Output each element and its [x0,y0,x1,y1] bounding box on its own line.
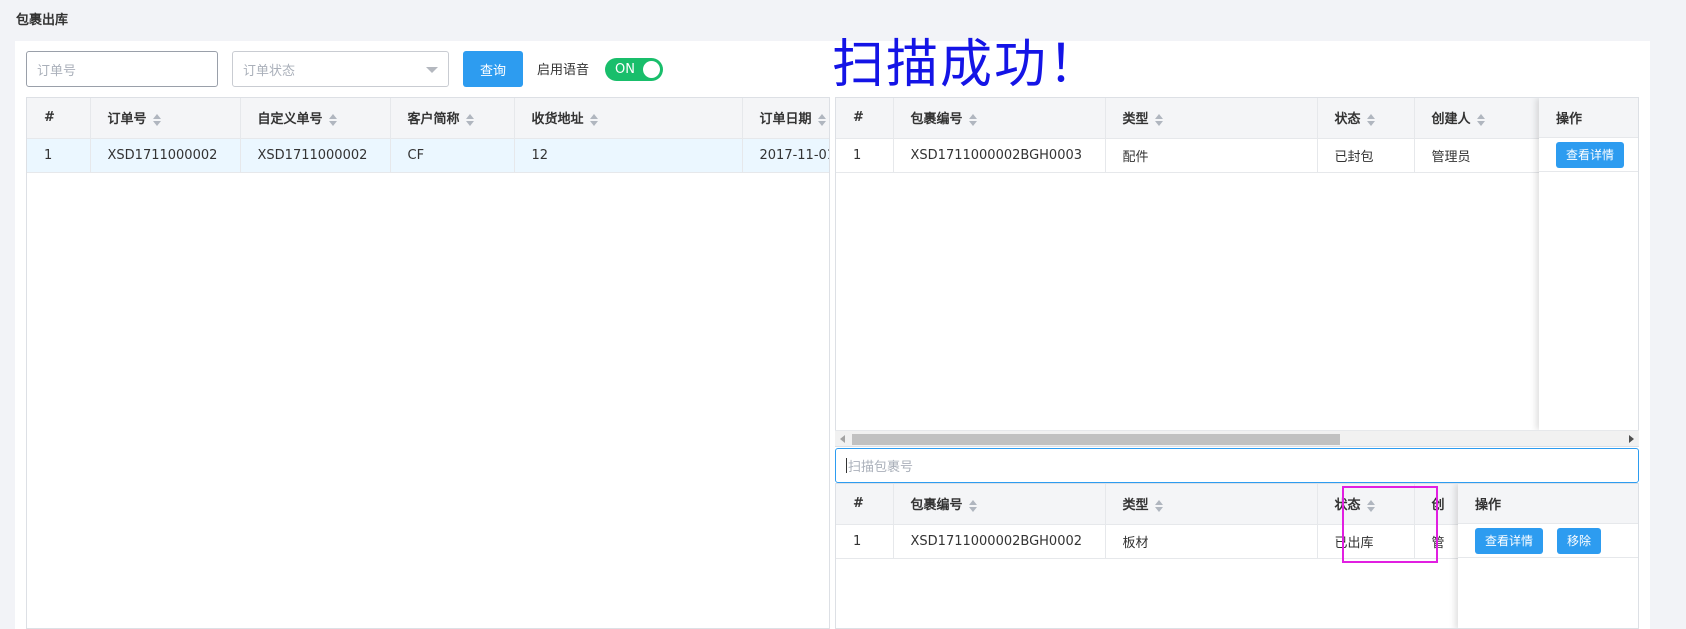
table-row[interactable]: 1 XSD1711000002BGH0003 配件 已封包 管理员 [836,138,1567,173]
scanned-col-package-no-label: 包裹编号 [910,498,963,514]
order-status-placeholder: 订单状态 [243,63,296,79]
sort-icon[interactable] [817,113,827,126]
action-cell: 查看详情 移除 [1458,524,1638,558]
scanned-action-column: 操作 查看详情 移除 [1458,484,1638,628]
voice-label: 启用语音 [537,63,590,78]
cell-package-no: XSD1711000002BGH0002 [893,524,1106,559]
voice-toggle-text: ON [615,62,635,77]
orders-col-order-no[interactable]: 订单号 [90,98,241,139]
order-number-input[interactable]: 订单号 [26,51,218,87]
scanned-col-package-no[interactable]: 包裹编号 [893,484,1106,525]
cell-type: 板材 [1105,524,1318,559]
scanned-col-status[interactable]: 状态 [1317,484,1415,525]
orders-col-customer-label: 客户简称 [407,112,460,128]
horizontal-scrollbar[interactable] [835,430,1639,446]
orders-col-index: # [27,98,91,139]
scroll-right-icon[interactable] [1629,435,1634,443]
packages-header-row: # 包裹编号 类型 状态 创建人 [836,98,1567,139]
packages-col-status-label: 状态 [1334,112,1361,128]
cell-type: 配件 [1105,138,1318,173]
scan-package-placeholder: 扫描包裹号 [848,460,914,475]
cell-address: 12 [514,138,743,173]
scanned-packages-table: # 包裹编号 类型 状态 创 1 XSD1711000002BGH0002 板材… [835,483,1639,629]
orders-col-date-label: 订单日期 [759,112,812,128]
chevron-down-icon [426,67,438,73]
sort-icon[interactable] [1366,499,1376,512]
order-status-select[interactable]: 订单状态 [232,51,449,87]
scanned-col-action: 操作 [1458,484,1638,524]
page-title: 包裹出库 [16,13,69,28]
action-cell: 查看详情 [1539,138,1638,172]
cell-package-no: XSD1711000002BGH0003 [893,138,1106,173]
view-detail-button[interactable]: 查看详情 [1475,527,1544,554]
cell-status: 已封包 [1317,138,1415,173]
packages-col-status[interactable]: 状态 [1317,98,1415,139]
scanned-header-row: # 包裹编号 类型 状态 创 [836,484,1507,525]
scroll-left-icon[interactable] [840,435,845,443]
scan-success-message: 扫描成功！ [832,35,1103,95]
sort-icon[interactable] [1154,499,1164,512]
packages-action-column: 操作 查看详情 [1539,98,1638,430]
cell-date: 2017-11-01 09: [742,138,829,173]
orders-col-customer[interactable]: 客户简称 [390,98,515,139]
cell-index: 1 [27,138,91,173]
scrollbar-thumb[interactable] [852,434,1340,445]
cell-index: 1 [836,524,894,559]
packages-table: # 包裹编号 类型 状态 创建人 1 XSD1711000002BGH0003 … [835,97,1639,447]
view-detail-button[interactable]: 查看详情 [1556,141,1625,168]
text-caret [846,458,847,473]
orders-col-address[interactable]: 收货地址 [514,98,743,139]
sort-icon[interactable] [968,499,978,512]
orders-col-date[interactable]: 订单日期 [742,98,829,139]
order-number-placeholder: 订单号 [37,63,77,79]
remove-button[interactable]: 移除 [1557,527,1602,554]
scanned-col-index: # [836,484,894,525]
sort-icon[interactable] [465,113,475,126]
packages-col-type[interactable]: 类型 [1105,98,1318,139]
sort-icon[interactable] [1154,113,1164,126]
scanned-col-type-label: 类型 [1122,498,1149,514]
packages-col-creator-label: 创建人 [1431,112,1471,128]
sort-icon[interactable] [589,113,599,126]
orders-col-custom-no[interactable]: 自定义单号 [240,98,391,139]
sort-icon[interactable] [968,113,978,126]
scan-package-input[interactable]: 扫描包裹号 [835,448,1639,483]
packages-col-package-no-label: 包裹编号 [910,112,963,128]
orders-col-order-no-label: 订单号 [107,112,147,128]
sort-icon[interactable] [328,113,338,126]
packages-col-index: # [836,98,894,139]
cell-order-no: XSD1711000002 [90,138,241,173]
search-button[interactable]: 查询 [463,51,523,87]
table-row[interactable]: 1 XSD1711000002BGH0002 板材 已出库 管 [836,524,1507,559]
voice-toggle[interactable]: ON [605,58,663,81]
packages-col-action: 操作 [1539,98,1638,138]
cell-status: 已出库 [1317,524,1415,559]
cell-custom-no: XSD1711000002 [240,138,391,173]
orders-table: # 订单号 自定义单号 客户简称 收货地址 订单日期 1 XSD17110000… [26,97,830,629]
sort-icon[interactable] [1366,113,1376,126]
packages-col-type-label: 类型 [1122,112,1149,128]
table-row[interactable]: 1 XSD1711000002 XSD1711000002 CF 12 2017… [27,138,829,173]
orders-col-address-label: 收货地址 [531,112,584,128]
scanned-col-status-label: 状态 [1334,498,1361,514]
cell-index: 1 [836,138,894,173]
scanned-col-type[interactable]: 类型 [1105,484,1318,525]
toggle-knob [643,61,660,78]
orders-col-custom-no-label: 自定义单号 [257,112,323,128]
orders-header-row: # 订单号 自定义单号 客户简称 收货地址 订单日期 [27,98,829,139]
packages-col-package-no[interactable]: 包裹编号 [893,98,1106,139]
sort-icon[interactable] [1476,113,1486,126]
sort-icon[interactable] [152,113,162,126]
cell-customer: CF [390,138,515,173]
